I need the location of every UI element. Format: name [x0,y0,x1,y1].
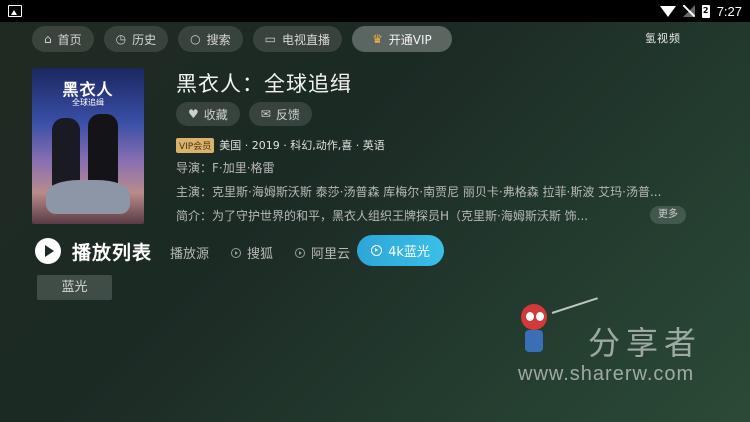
poster-subtitle: 全球追缉 [72,98,104,107]
wifi-icon [659,5,676,17]
source-aliyun-label: 阿里云 [311,247,351,262]
watermark-web [551,297,598,314]
clock-icon: ◷ [115,32,127,46]
movie-cast: 主演：克里斯·海姆斯沃斯 泰莎·汤普森 库梅尔·南贾尼 丽贝卡·弗格森 拉菲·斯… [176,185,662,199]
movie-poster[interactable]: 黑衣人 全球追缉 [32,68,144,224]
nav-search-label: 搜索 [206,32,231,47]
no-signal-icon [682,5,695,17]
brand-logo: 氢视频 [645,32,681,45]
source-4k-label: 4k蓝光 [388,245,430,260]
feedback-label: 反馈 [275,107,300,122]
nav-history-button[interactable]: ◷ 历史 [103,26,169,52]
feedback-icon: ✉ [260,107,271,121]
top-nav: ⌂ 首页 ◷ 历史 ○ 搜索 ▭ 电视直播 ♛ 开通VIP [32,26,452,52]
nav-live-tv-button[interactable]: ▭ 电视直播 [252,26,342,52]
nav-history-label: 历史 [132,32,157,47]
play-circle-icon [371,245,383,256]
source-sohu-label: 搜狐 [247,247,274,262]
source-4k-bluray[interactable]: 4k蓝光 [357,235,444,266]
play-icon [35,238,61,264]
playlist-title: 播放列表 [72,242,153,264]
favorite-button[interactable]: ♥ 收藏 [176,102,240,126]
episode-bluray[interactable]: 蓝光 [37,275,112,300]
source-aliyun[interactable]: 阿里云 [295,243,350,262]
poster-figure [52,118,80,188]
nav-vip-label: 开通VIP [388,32,432,47]
image-icon [8,5,22,17]
status-time: 7:27 [716,3,742,19]
nav-search-button[interactable]: ○ 搜索 [178,26,243,52]
source-label: 播放源 [170,247,210,262]
nav-home-button[interactable]: ⌂ 首页 [32,26,94,52]
nav-home-label: 首页 [57,32,82,47]
poster-figure [88,114,118,188]
status-bar: 2 7:27 [0,0,750,22]
feedback-button[interactable]: ✉ 反馈 [248,102,312,126]
nav-live-tv-label: 电视直播 [281,32,330,47]
movie-synopsis: 简介：为了守护世界的和平，黑衣人组织王牌探员H（克里斯·海姆斯沃斯 饰... [176,209,589,223]
status-icons: 2 7:27 [659,3,742,19]
watermark-url: www.sharerw.com [518,363,695,385]
vip-badge: VIP会员 [176,137,215,153]
tv-icon: ▭ [264,32,276,46]
play-circle-icon [231,247,241,258]
watermark-text: 分享者 [588,324,703,362]
play-circle-icon [295,247,305,258]
more-button[interactable]: 更多 [650,206,686,224]
crown-icon: ♛ [372,32,383,46]
heart-icon: ♥ [188,107,199,121]
movie-meta: VIP会员 美国 · 2019 · 科幻,动作,喜 · 英语 [176,137,385,153]
battery-icon: 2 [701,4,710,18]
favorite-label: 收藏 [203,107,228,122]
nav-vip-button[interactable]: ♛ 开通VIP [352,26,452,52]
source-sohu[interactable]: 搜狐 [231,243,273,262]
home-icon: ⌂ [44,32,52,46]
watermark-mascot [515,304,555,358]
movie-title: 黑衣人：全球追缉 [176,72,352,96]
movie-actions: ♥ 收藏 ✉ 反馈 [176,102,312,126]
movie-director: 导演：F·加里·格雷 [176,161,275,175]
poster-vehicle [46,180,130,214]
movie-meta-text: 美国 · 2019 · 科幻,动作,喜 · 英语 [219,139,385,152]
search-icon: ○ [190,32,201,46]
